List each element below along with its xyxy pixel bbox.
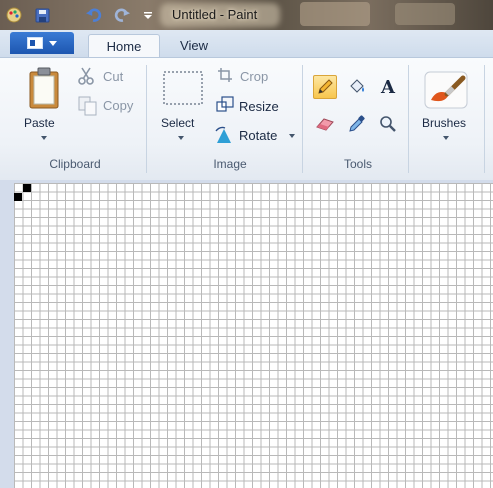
eraser-icon[interactable] [313,112,337,136]
cut-icon [78,67,94,90]
canvas-grid[interactable] [14,183,493,488]
brushes-dropdown-icon[interactable] [443,136,449,140]
copy-icon [78,96,98,121]
redo-icon[interactable] [114,7,130,23]
group-separator [146,65,147,173]
tab-view[interactable]: View [168,34,220,57]
tools-group-label: Tools [343,157,372,171]
resize-button[interactable]: Resize [239,99,279,114]
paint-menu-button[interactable] [10,32,74,54]
paint-menu-icon [27,37,43,49]
magnifier-icon[interactable] [376,112,400,136]
text-icon[interactable]: A [376,75,400,99]
paint-app-icon[interactable] [6,7,22,23]
customize-qat-icon[interactable] [140,7,156,23]
fill-icon[interactable] [345,75,369,99]
rotate-button[interactable]: Rotate [239,128,277,143]
paste-icon[interactable] [28,66,60,115]
canvas-pixel [14,193,22,201]
crop-button[interactable]: Crop [240,69,268,84]
clipboard-group-label: Clipboard [49,157,101,171]
pencil-icon[interactable] [313,75,337,99]
group-separator [484,65,485,173]
text-tool-glyph: A [381,76,395,98]
undo-icon[interactable] [86,7,102,23]
brushes-icon[interactable] [423,70,469,115]
crop-icon [217,67,233,88]
resize-icon [216,96,234,117]
image-group-label: Image [213,157,247,171]
paste-dropdown-icon[interactable] [41,136,47,140]
rotate-icon [214,126,234,149]
brushes-button-label[interactable]: Brushes [422,116,466,130]
color-picker-icon[interactable] [345,112,369,136]
select-icon[interactable] [163,71,203,110]
tab-home[interactable]: Home [88,34,160,58]
rotate-dropdown-icon[interactable] [289,134,295,138]
save-icon[interactable] [34,7,50,23]
select-button-label[interactable]: Select [161,116,194,130]
paste-button-label[interactable]: Paste [24,116,55,130]
canvas-pixel [23,184,31,192]
window-title: Untitled - Paint [172,7,258,22]
copy-button[interactable]: Copy [103,98,133,113]
chevron-down-icon [49,40,57,46]
cut-button[interactable]: Cut [103,69,123,84]
select-dropdown-icon[interactable] [178,136,184,140]
group-separator [408,65,409,173]
group-separator [302,65,303,173]
